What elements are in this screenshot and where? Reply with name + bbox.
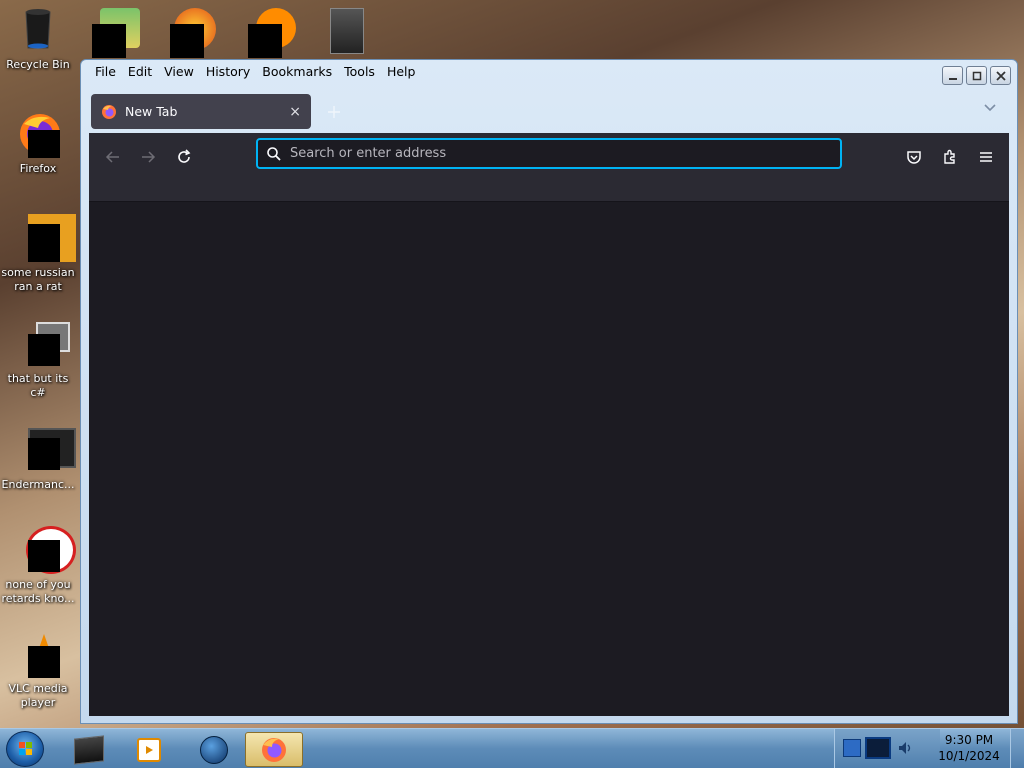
- address-bar[interactable]: [256, 138, 842, 169]
- tab-strip: New Tab ×: [89, 93, 1009, 131]
- search-icon: [267, 146, 281, 161]
- menu-history[interactable]: History: [200, 62, 256, 84]
- menu-file[interactable]: File: [89, 62, 122, 84]
- app-icon: [14, 320, 70, 368]
- redaction-box: [28, 130, 60, 158]
- minimize-icon: [948, 77, 957, 80]
- start-button[interactable]: [6, 731, 44, 767]
- menu-tools[interactable]: Tools: [338, 62, 381, 84]
- extensions-button[interactable]: [938, 145, 962, 169]
- minimize-button[interactable]: [942, 66, 963, 85]
- desktop-icon-label: that but its c#: [7, 372, 69, 399]
- taskbar-clock[interactable]: 9:30 PM 10/1/2024: [934, 732, 1004, 764]
- app-icon: [14, 426, 76, 474]
- desktop-icon-label: Endermanc...: [1, 478, 75, 491]
- vlc-icon: [14, 630, 62, 678]
- show-desktop-button[interactable]: [1010, 729, 1024, 768]
- desktop-icon-label: Firefox: [19, 162, 57, 175]
- recycle-bin-icon: [14, 6, 62, 54]
- close-window-button[interactable]: [990, 66, 1011, 85]
- reload-button[interactable]: [172, 145, 196, 169]
- desktop-icon-app-4[interactable]: none of you retards kno...: [0, 526, 76, 606]
- taskbar-app-media-player[interactable]: [120, 732, 178, 767]
- plus-icon: [328, 106, 340, 118]
- terminal-icon: [74, 734, 104, 765]
- list-all-tabs-button[interactable]: [983, 102, 997, 117]
- desktop-icon-label: none of you retards kno...: [1, 578, 75, 605]
- taskbar-app-terminal[interactable]: [60, 732, 118, 767]
- close-icon: [995, 70, 1006, 81]
- navigation-toolbar: [89, 133, 1009, 202]
- desktop-icon-vlc[interactable]: VLC media player: [0, 630, 76, 710]
- menu-bar: File Edit View History Bookmarks Tools H…: [89, 62, 421, 84]
- tab-close-button[interactable]: ×: [289, 104, 301, 120]
- taskbar-app-browser-globe[interactable]: [185, 732, 243, 767]
- desktop-icon-label: some russian ran a rat: [1, 266, 75, 293]
- forward-button[interactable]: [136, 145, 160, 169]
- network-icon[interactable]: [843, 739, 861, 757]
- menu-bookmarks[interactable]: Bookmarks: [256, 62, 338, 84]
- desktop-icon-label: Recycle Bin: [6, 58, 70, 71]
- reload-icon: [178, 149, 191, 163]
- menu-edit[interactable]: Edit: [122, 62, 158, 84]
- redaction-box: [28, 224, 60, 262]
- firefox-icon: [262, 737, 286, 762]
- desktop-icon-label: VLC media player: [8, 682, 68, 709]
- tab-title: New Tab: [125, 104, 178, 119]
- address-input[interactable]: [290, 146, 810, 161]
- page-content: [89, 202, 1009, 716]
- desktop-icon-firefox[interactable]: Firefox: [0, 110, 76, 176]
- back-arrow-icon: [105, 151, 119, 163]
- restore-icon: [972, 71, 981, 80]
- chevron-down-icon: [984, 104, 996, 112]
- desktop-icon-top-1[interactable]: [92, 6, 142, 58]
- hamburger-icon: [980, 152, 992, 162]
- firefox-window: File Edit View History Bookmarks Tools H…: [80, 59, 1018, 724]
- clock-time: 9:30 PM: [944, 733, 994, 747]
- pocket-button[interactable]: [902, 145, 926, 169]
- firefox-icon: [14, 110, 62, 158]
- app-menu-button[interactable]: [974, 145, 998, 169]
- redaction-box: [92, 24, 126, 58]
- monitor-icon[interactable]: [865, 737, 891, 759]
- redaction-box: [248, 24, 282, 58]
- pocket-icon: [907, 151, 921, 164]
- desktop-icon-app-1[interactable]: some russian ran a rat: [0, 214, 76, 294]
- desktop-icon-recycle-bin[interactable]: Recycle Bin: [0, 6, 76, 72]
- system-tray: [834, 729, 940, 768]
- desktop-icon-app-2[interactable]: that but its c#: [0, 320, 76, 400]
- media-player-icon: [137, 737, 161, 762]
- windows-logo-icon: [19, 742, 32, 755]
- window-controls: [942, 66, 1011, 85]
- app-icon: [14, 526, 76, 574]
- tab-new-tab[interactable]: New Tab ×: [91, 94, 311, 129]
- firefox-favicon-icon: [102, 104, 116, 119]
- back-button[interactable]: [101, 145, 125, 169]
- puzzle-icon: [944, 149, 955, 164]
- new-tab-button[interactable]: [327, 100, 341, 124]
- restore-button[interactable]: [966, 66, 987, 85]
- desktop-icon-top-2[interactable]: [170, 6, 220, 58]
- taskbar: 9:30 PM 10/1/2024: [0, 728, 1024, 768]
- volume-icon[interactable]: [897, 739, 913, 757]
- redaction-box: [28, 540, 60, 572]
- redaction-box: [170, 24, 204, 58]
- app-icon: [14, 214, 76, 262]
- globe-icon: [200, 735, 228, 764]
- redaction-box: [28, 646, 60, 678]
- desktop-icon-app-3[interactable]: Endermanc...: [0, 426, 76, 492]
- redaction-box: [28, 438, 60, 470]
- desktop-icon-top-3[interactable]: [248, 6, 298, 58]
- desktop-icon-top-4[interactable]: [328, 6, 378, 58]
- menu-help[interactable]: Help: [381, 62, 422, 84]
- clock-date: 10/1/2024: [938, 749, 1000, 763]
- taskbar-app-firefox[interactable]: [245, 732, 303, 767]
- forward-arrow-icon: [142, 151, 156, 163]
- menu-view[interactable]: View: [158, 62, 200, 84]
- redaction-box: [28, 334, 60, 366]
